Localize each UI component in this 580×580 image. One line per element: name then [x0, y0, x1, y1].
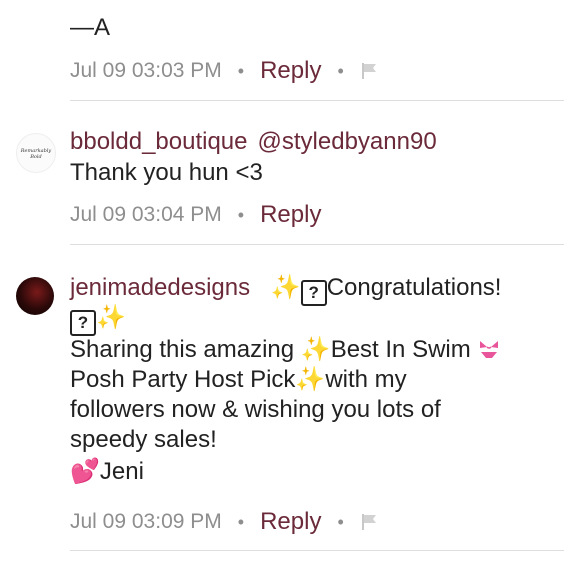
- sparkles-icon: ✨: [295, 366, 326, 393]
- timestamp: Jul 09 03:04 PM: [70, 203, 222, 226]
- comment-text: Jeni: [99, 458, 144, 485]
- comment-meta: Jul 09 03:03 PM • Reply •: [70, 56, 380, 86]
- comment-text: Sharing this amazing: [70, 336, 301, 363]
- username-link[interactable]: bboldd_boutique: [70, 128, 248, 155]
- comment-text: with my: [325, 366, 407, 393]
- comment-header: bboldd_boutique @styledbyann90: [70, 127, 437, 157]
- two-hearts-icon: 💕: [70, 458, 100, 485]
- separator-dot: •: [337, 511, 344, 532]
- separator-dot: •: [237, 204, 245, 225]
- question-box-icon: ?: [300, 280, 327, 306]
- comment-text: —A: [70, 14, 111, 41]
- bikini-icon: [477, 337, 501, 369]
- separator-dot: •: [237, 511, 245, 532]
- divider: [70, 100, 564, 101]
- comment-text: Posh Party Host Pick: [70, 366, 296, 393]
- avatar-logo-text: Remarkably Bold: [20, 148, 52, 160]
- timestamp: Jul 09 03:09 PM: [70, 510, 222, 533]
- divider: [70, 244, 564, 245]
- flag-icon[interactable]: [360, 62, 380, 80]
- sparkles-icon: ✨: [270, 274, 301, 301]
- comment-meta: Jul 09 03:04 PM • Reply: [70, 200, 321, 230]
- divider: [70, 550, 564, 551]
- sparkles-icon: ✨: [300, 336, 331, 363]
- avatar[interactable]: Remarkably Bold: [16, 133, 56, 173]
- mention-link[interactable]: @styledbyann90: [258, 128, 437, 155]
- username-link[interactable]: jenimadedesigns: [70, 274, 250, 301]
- flag-icon[interactable]: [360, 513, 380, 531]
- comment-text: Thank you hun <3: [70, 159, 263, 186]
- reply-button[interactable]: Reply: [260, 201, 321, 229]
- comment-meta: Jul 09 03:09 PM • Reply •: [70, 507, 380, 537]
- reply-button[interactable]: Reply: [260, 57, 321, 85]
- sparkles-icon: ✨: [96, 304, 126, 331]
- comment-body: jenimadedesigns ✨? Congratulations! ? ✨ Sh…: [70, 273, 565, 487]
- reply-button[interactable]: Reply: [260, 508, 321, 536]
- question-box-icon: ?: [70, 310, 96, 336]
- separator-dot: •: [337, 60, 344, 81]
- comment-text: Best In Swim: [330, 336, 478, 363]
- comment-text: speedy sales!: [70, 426, 217, 453]
- comment-text: Congratulations!: [326, 274, 502, 301]
- separator-dot: •: [237, 60, 245, 81]
- comment-text: followers now & wishing you lots of: [70, 396, 441, 423]
- timestamp: Jul 09 03:03 PM: [70, 59, 222, 82]
- avatar[interactable]: [16, 277, 54, 315]
